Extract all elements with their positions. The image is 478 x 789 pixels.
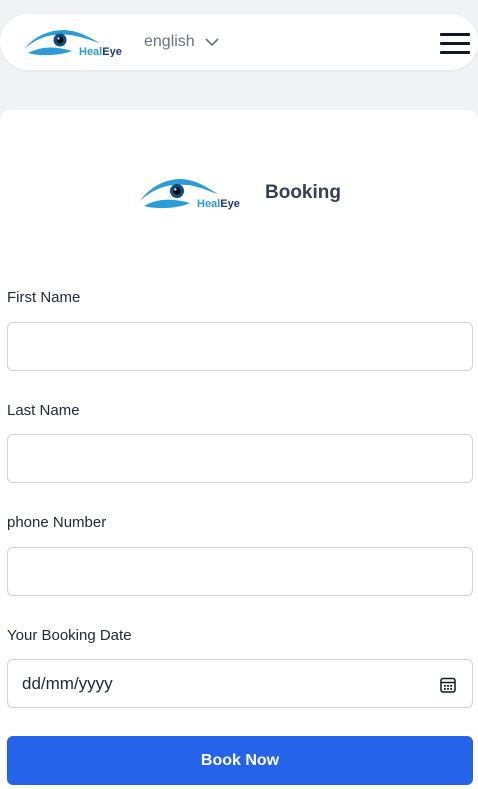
logo-eye-text: Eye: [220, 198, 240, 210]
language-selector[interactable]: english: [144, 32, 219, 52]
hamburger-menu-icon[interactable]: [440, 33, 470, 55]
last-name-label: Last Name: [7, 402, 80, 419]
svg-text:HealEye: HealEye: [79, 46, 122, 57]
booking-card: HealEye Booking First Name Last Name pho…: [0, 110, 478, 789]
brand-heal-text: Heal: [79, 46, 102, 57]
brand-eye-text: Eye: [102, 46, 122, 57]
book-now-button[interactable]: Book Now: [7, 736, 473, 785]
first-name-input[interactable]: [7, 322, 473, 371]
booking-title: Booking: [265, 182, 341, 203]
booking-date-label: Your Booking Date: [7, 627, 132, 644]
booking-date-placeholder: dd/mm/yyyy: [22, 674, 113, 693]
calendar-icon[interactable]: [440, 676, 456, 693]
booking-date-input[interactable]: dd/mm/yyyy: [7, 659, 473, 708]
healeye-logo: HealEye: [140, 179, 240, 210]
language-label: english: [144, 33, 195, 50]
phone-number-label: phone Number: [7, 514, 107, 531]
top-navbar: HealEye english: [0, 14, 478, 70]
healeye-logo[interactable]: HealEye: [22, 27, 126, 57]
logo-heal-text: Heal: [197, 198, 220, 210]
last-name-input[interactable]: [7, 434, 473, 483]
chevron-down-icon: [205, 38, 219, 47]
first-name-label: First Name: [7, 289, 81, 306]
phone-number-input[interactable]: [7, 547, 473, 596]
svg-text:HealEye: HealEye: [197, 198, 240, 210]
